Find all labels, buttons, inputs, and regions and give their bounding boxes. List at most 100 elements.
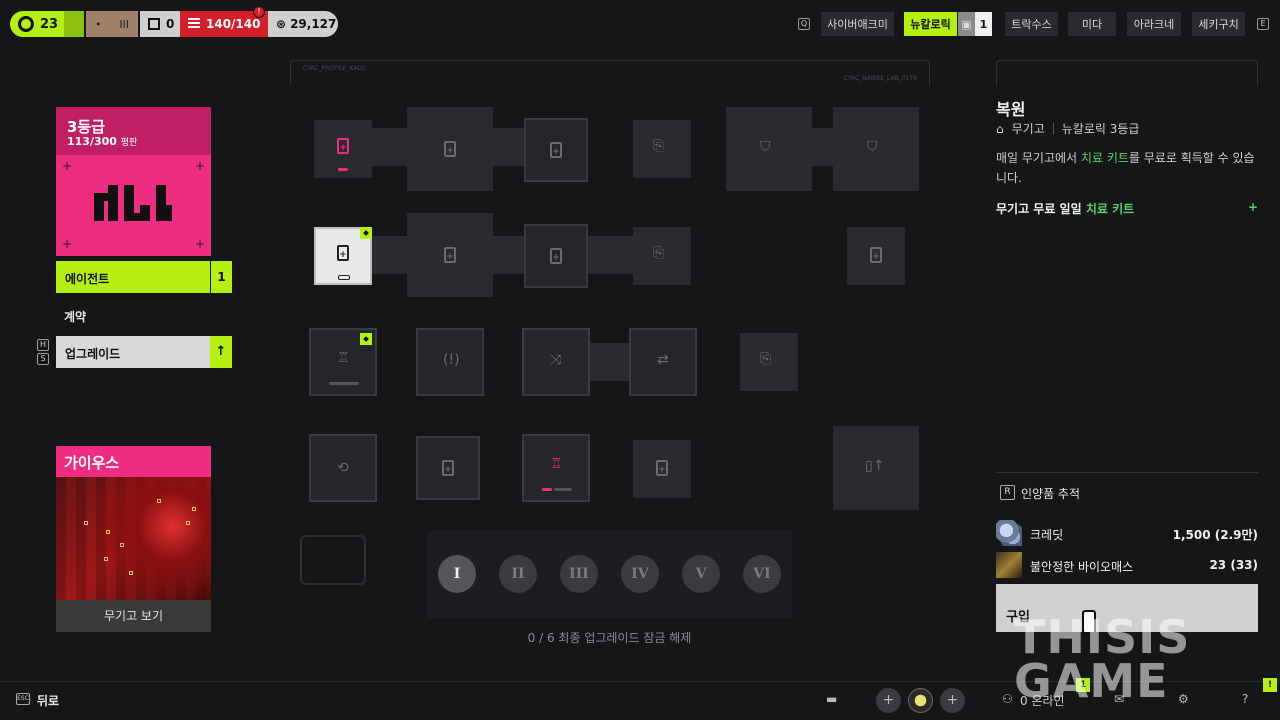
armory-icon: ⌂ bbox=[996, 121, 1004, 136]
upgrade-label: 업그레이드 bbox=[65, 347, 121, 361]
chip-icon bbox=[550, 248, 562, 264]
inventory-badge: 0 bbox=[140, 11, 180, 37]
alert-badge: ! bbox=[1263, 678, 1277, 692]
upgrade-grid-frame: CYAC_PROFILE_KALO CYAC_NAWEE_LAB_0178 bbox=[290, 60, 930, 86]
friends-icon[interactable]: ⚇ bbox=[1002, 692, 1013, 706]
upgrade-node[interactable]: (!) bbox=[416, 328, 484, 396]
health-warning-icon: ! bbox=[253, 6, 265, 18]
tier-4-button[interactable]: IV bbox=[621, 555, 659, 593]
upgrade-node[interactable] bbox=[524, 118, 588, 182]
upgrade-menu-item[interactable]: 업그레이드 ↑ bbox=[56, 336, 232, 368]
shield-icon: ⛉ bbox=[760, 139, 771, 155]
key-h-icon: H bbox=[37, 339, 49, 351]
credits-icon: ⊛ bbox=[276, 17, 287, 31]
upgrade-node[interactable]: ▯↑ bbox=[833, 426, 919, 510]
frame-label: CYAC_PROFILE_KALO bbox=[303, 65, 366, 72]
upgrade-node[interactable]: ⛉ bbox=[726, 107, 812, 191]
corner-plus-icon: + bbox=[62, 159, 73, 173]
upgrade-node[interactable] bbox=[314, 120, 372, 178]
upgrade-node[interactable]: ⟲ bbox=[309, 434, 377, 502]
corner-plus-icon: + bbox=[194, 159, 205, 173]
armory-card: 가이우스 무기고 보기 bbox=[56, 446, 211, 632]
upgrade-node[interactable]: ⎘ bbox=[740, 333, 798, 391]
cost-name: 불안정한 바이오매스 bbox=[1030, 560, 1134, 574]
meta-source: 무기고 bbox=[1011, 122, 1045, 136]
warning-icon: (!) bbox=[443, 352, 460, 368]
back-button[interactable]: 뒤로 bbox=[37, 692, 59, 709]
shield-icon: ⛉ bbox=[867, 139, 878, 155]
biomass-icon bbox=[996, 552, 1022, 578]
upgrade-title: 복원 bbox=[996, 100, 1026, 119]
detail-panel-frame bbox=[996, 60, 1258, 86]
tier-1-button[interactable]: I bbox=[438, 555, 476, 593]
route-icon: ⇄ bbox=[657, 352, 669, 368]
level-value: 23 bbox=[40, 16, 59, 32]
level-progress bbox=[64, 11, 84, 37]
upgrade-node[interactable] bbox=[633, 440, 691, 498]
track-salvage-button[interactable]: 인양품 추적 bbox=[1021, 485, 1080, 502]
cost-value: 1,500 (2.9만) bbox=[1172, 528, 1258, 542]
upgrade-node[interactable]: ♖ bbox=[522, 434, 590, 502]
frame-label: CYAC_NAWEE_LAB_0178 bbox=[843, 75, 917, 82]
add-party-button[interactable]: + bbox=[940, 688, 965, 713]
credits-badge: ⊛ 29,127 bbox=[268, 11, 338, 37]
agent-row[interactable]: 에이전트 1 bbox=[56, 261, 232, 293]
marker-icon bbox=[192, 507, 196, 511]
view-armory-button[interactable]: 무기고 보기 bbox=[56, 600, 211, 632]
tab-mida[interactable]: 미다 bbox=[1068, 12, 1116, 36]
chat-icon[interactable]: ▬ bbox=[826, 692, 837, 706]
tab-traxus[interactable]: 트락수스 bbox=[1005, 12, 1058, 36]
credits-value: 29,127 bbox=[290, 17, 337, 31]
upgrade-node[interactable] bbox=[407, 213, 493, 297]
health-value: 140/140 bbox=[206, 17, 261, 31]
tab-sekiguchi[interactable]: 세키구치 bbox=[1192, 12, 1245, 36]
marker-icon bbox=[129, 571, 133, 575]
tier-6-button[interactable]: VI bbox=[743, 555, 781, 593]
contract-menu-item[interactable]: 계약 bbox=[64, 308, 86, 325]
marker-icon bbox=[106, 530, 110, 534]
upgrade-node[interactable]: ⎘ bbox=[633, 120, 691, 178]
key-e-icon: E bbox=[1257, 18, 1269, 30]
agent-figure-icon: ♖ bbox=[337, 350, 350, 366]
upgrade-node[interactable]: ⎘ bbox=[633, 227, 691, 285]
upgrade-node[interactable]: ⤨ bbox=[522, 328, 590, 396]
armory-card-title: 가이우스 bbox=[56, 446, 211, 477]
help-icon[interactable]: ? bbox=[1242, 692, 1248, 706]
document-plus-icon: ⎘ bbox=[653, 245, 665, 261]
upgrade-node[interactable] bbox=[524, 224, 588, 288]
upgrade-node[interactable] bbox=[416, 436, 480, 500]
tier-5-button[interactable]: V bbox=[682, 555, 720, 593]
upgrade-node[interactable] bbox=[407, 107, 493, 191]
node-connector bbox=[585, 343, 635, 381]
tier-2-button[interactable]: II bbox=[499, 555, 537, 593]
upgrade-node[interactable]: ⛉ bbox=[833, 107, 919, 191]
tab-nucaloric-icon[interactable]: ▣ bbox=[958, 12, 975, 36]
meta-divider bbox=[1052, 122, 1054, 135]
inventory-icon bbox=[148, 18, 160, 30]
corner-plus-icon: + bbox=[194, 237, 205, 251]
tab-cyberacme[interactable]: 사이버애크미 bbox=[821, 12, 894, 36]
tab-nucaloric[interactable]: 뉴칼로릭 bbox=[904, 12, 957, 36]
rank-badge: • III bbox=[86, 11, 138, 37]
avatar[interactable] bbox=[908, 688, 933, 713]
tab-arachne[interactable]: 아라크네 bbox=[1127, 12, 1181, 36]
refresh-icon: ⟲ bbox=[337, 460, 349, 476]
upgrade-perk: 무기고 무료 일일 치료 키트 + bbox=[996, 200, 1258, 216]
grade-title: 3등급 bbox=[67, 118, 106, 136]
chip-icon bbox=[337, 138, 349, 154]
cost-value: 23 (33) bbox=[1209, 558, 1258, 572]
key-esc-icon: ESC bbox=[16, 693, 30, 705]
upgrade-node[interactable]: ⇄ bbox=[629, 328, 697, 396]
progress-bar bbox=[542, 488, 552, 491]
agent-count: 1 bbox=[210, 261, 232, 293]
grade-progress: 113/300 평판 bbox=[67, 135, 138, 148]
site-watermark: THISIS GAME bbox=[1014, 610, 1191, 708]
tab-nucaloric-count: 1 bbox=[975, 12, 992, 36]
tier-3-button[interactable]: III bbox=[560, 555, 598, 593]
top-bar: 23 • III 0 140/140 ! ⊛ 29,127 Q 사이버애크미 뉴… bbox=[0, 0, 1280, 48]
upgrade-node[interactable] bbox=[847, 227, 905, 285]
cost-row: 불안정한 바이오매스 23 (33) bbox=[996, 552, 1258, 580]
add-party-button[interactable]: + bbox=[876, 688, 901, 713]
unlocked-badge-icon bbox=[360, 227, 372, 239]
chip-icon bbox=[550, 142, 562, 158]
